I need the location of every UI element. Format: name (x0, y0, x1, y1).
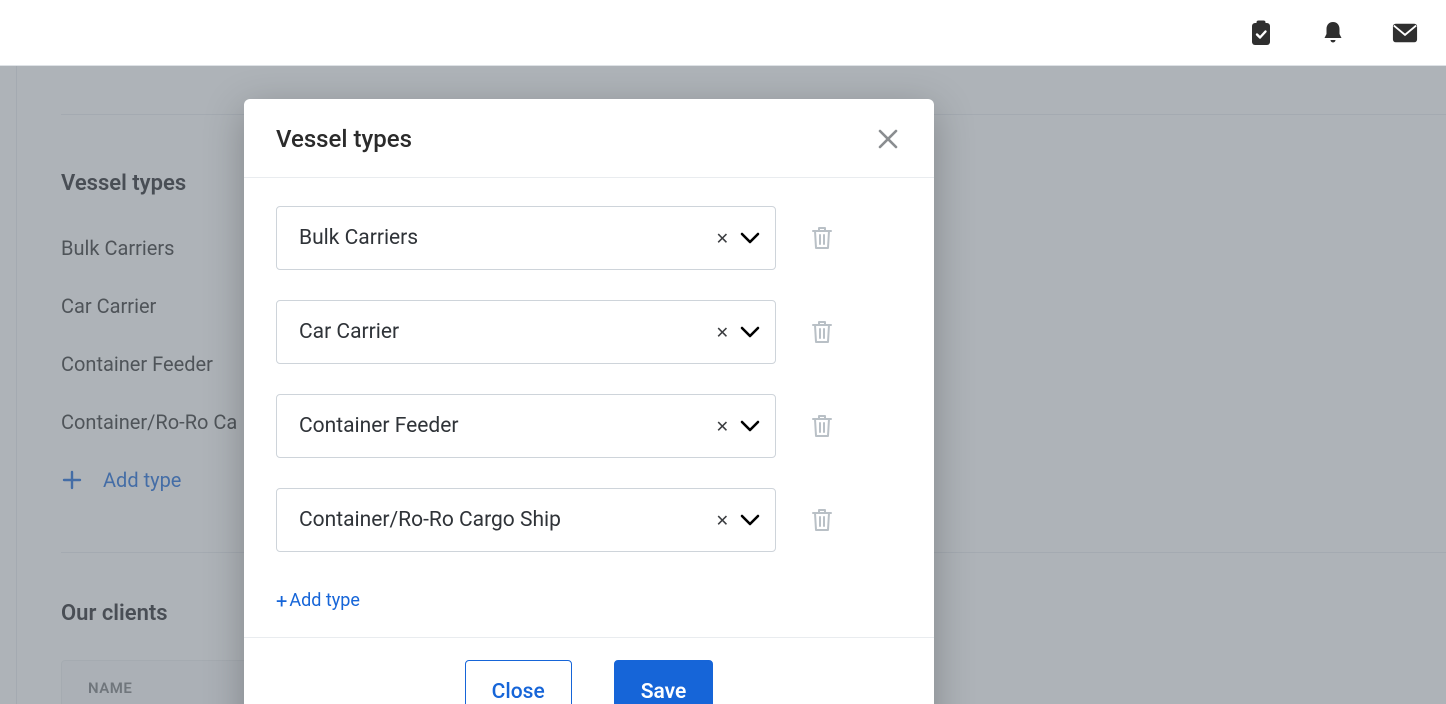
clear-icon[interactable]: ✕ (710, 417, 735, 436)
modal-title: Vessel types (276, 125, 412, 153)
select-value: Car Carrier (299, 320, 710, 344)
trash-icon[interactable] (808, 412, 836, 440)
modal-add-type-button[interactable]: +Add type (276, 590, 360, 611)
modal-header: Vessel types (244, 99, 934, 178)
chevron-down-icon[interactable] (739, 227, 761, 249)
modal-footer: Close Save (244, 637, 934, 704)
trash-icon[interactable] (808, 224, 836, 252)
select-value: Container Feeder (299, 414, 710, 438)
vessel-type-row: Bulk Carriers ✕ (276, 206, 902, 270)
plus-icon: + (276, 591, 287, 611)
trash-icon[interactable] (808, 318, 836, 346)
vessel-type-row: Container/Ro-Ro Cargo Ship ✕ (276, 488, 902, 552)
save-button[interactable]: Save (614, 660, 714, 704)
clear-icon[interactable]: ✕ (710, 229, 735, 248)
vessel-type-row: Container Feeder ✕ (276, 394, 902, 458)
close-button[interactable]: Close (465, 660, 572, 704)
chevron-down-icon[interactable] (739, 415, 761, 437)
vessel-type-row: Car Carrier ✕ (276, 300, 902, 364)
page-body: Vessel types Bulk Carriers Car Carrier C… (0, 66, 1446, 704)
mail-icon[interactable] (1392, 20, 1418, 46)
clear-icon[interactable]: ✕ (710, 323, 735, 342)
vessel-type-select[interactable]: Container Feeder ✕ (276, 394, 776, 458)
select-value: Bulk Carriers (299, 226, 710, 250)
topbar (0, 0, 1446, 66)
vessel-types-modal: Vessel types Bulk Carriers ✕ (244, 99, 934, 704)
select-value: Container/Ro-Ro Cargo Ship (299, 508, 710, 532)
close-icon[interactable] (874, 125, 902, 153)
trash-icon[interactable] (808, 506, 836, 534)
vessel-type-select[interactable]: Container/Ro-Ro Cargo Ship ✕ (276, 488, 776, 552)
modal-body: Bulk Carriers ✕ Car Carrier ✕ (244, 178, 934, 637)
clear-icon[interactable]: ✕ (710, 511, 735, 530)
modal-add-type-label: Add type (289, 590, 360, 611)
chevron-down-icon[interactable] (739, 321, 761, 343)
clipboard-check-icon[interactable] (1248, 20, 1274, 46)
bell-icon[interactable] (1320, 20, 1346, 46)
vessel-type-select[interactable]: Bulk Carriers ✕ (276, 206, 776, 270)
chevron-down-icon[interactable] (739, 509, 761, 531)
vessel-type-select[interactable]: Car Carrier ✕ (276, 300, 776, 364)
